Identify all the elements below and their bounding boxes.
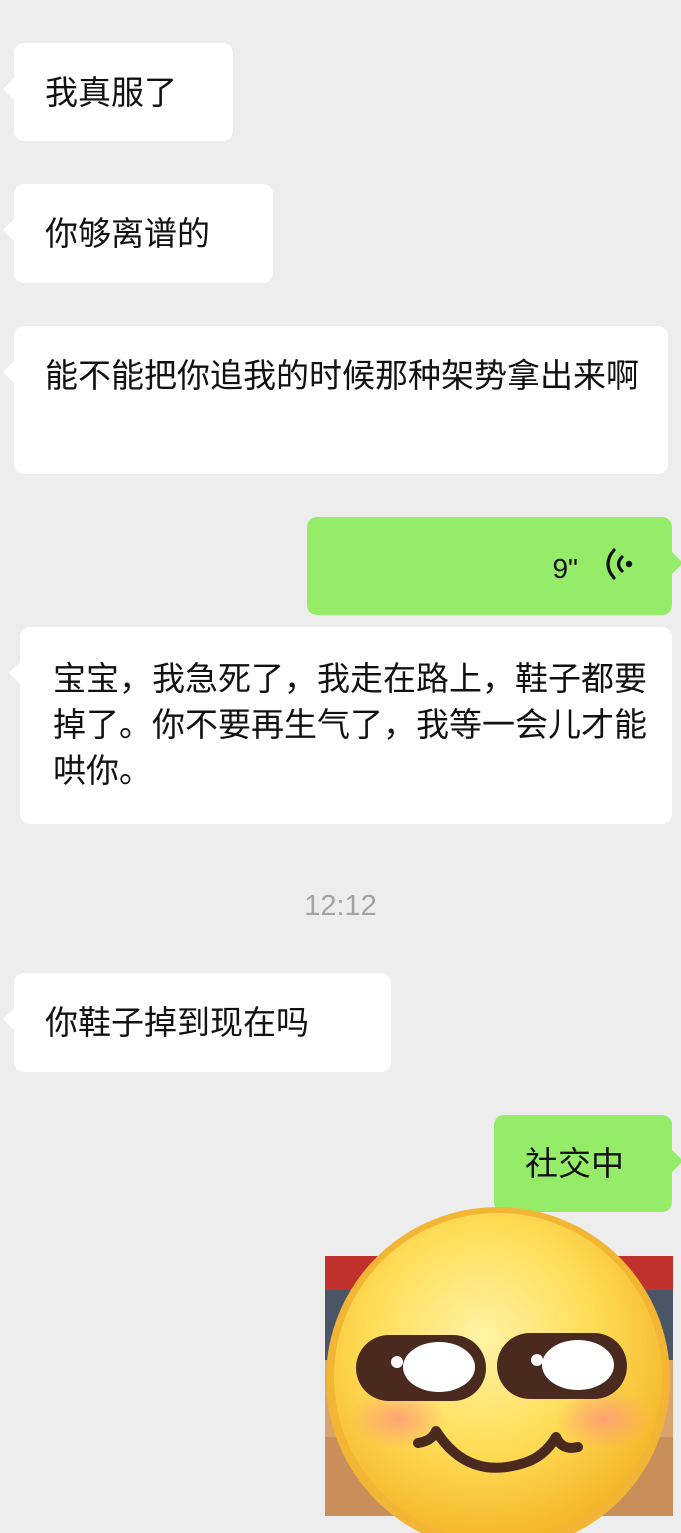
- incoming-message-bubble[interactable]: 能不能把你追我的时候那种架势拿出来啊: [3, 326, 668, 474]
- message-text: 社交中: [525, 1144, 624, 1183]
- timestamp: 12:12: [304, 890, 377, 922]
- message-text: 你鞋子掉到现在吗: [45, 1003, 309, 1042]
- incoming-message-bubble[interactable]: 你够离谱的: [3, 184, 273, 283]
- message-text: 宝宝，我急死了，我走在路上，鞋子都要掉了。你不要再生气了，我等一会儿才能哄你。: [53, 659, 647, 790]
- message-text: 能不能把你追我的时候那种架势拿出来啊: [45, 356, 639, 395]
- voice-transcription-bubble[interactable]: 宝宝，我急死了，我走在路上，鞋子都要掉了。你不要再生气了，我等一会儿才能哄你。: [9, 627, 672, 824]
- outgoing-message-bubble[interactable]: 社交中: [494, 1115, 681, 1212]
- voice-duration: 9": [552, 553, 578, 584]
- message-text: 你够离谱的: [45, 214, 210, 253]
- smirk-emoji-sticker[interactable]: [316, 1207, 681, 1533]
- incoming-message-bubble[interactable]: 我真服了: [3, 43, 233, 141]
- message-text: 我真服了: [45, 73, 177, 112]
- voice-wave-icon: [606, 548, 633, 580]
- voice-message-bubble[interactable]: 9": [307, 517, 681, 615]
- incoming-message-bubble[interactable]: 你鞋子掉到现在吗: [3, 973, 391, 1072]
